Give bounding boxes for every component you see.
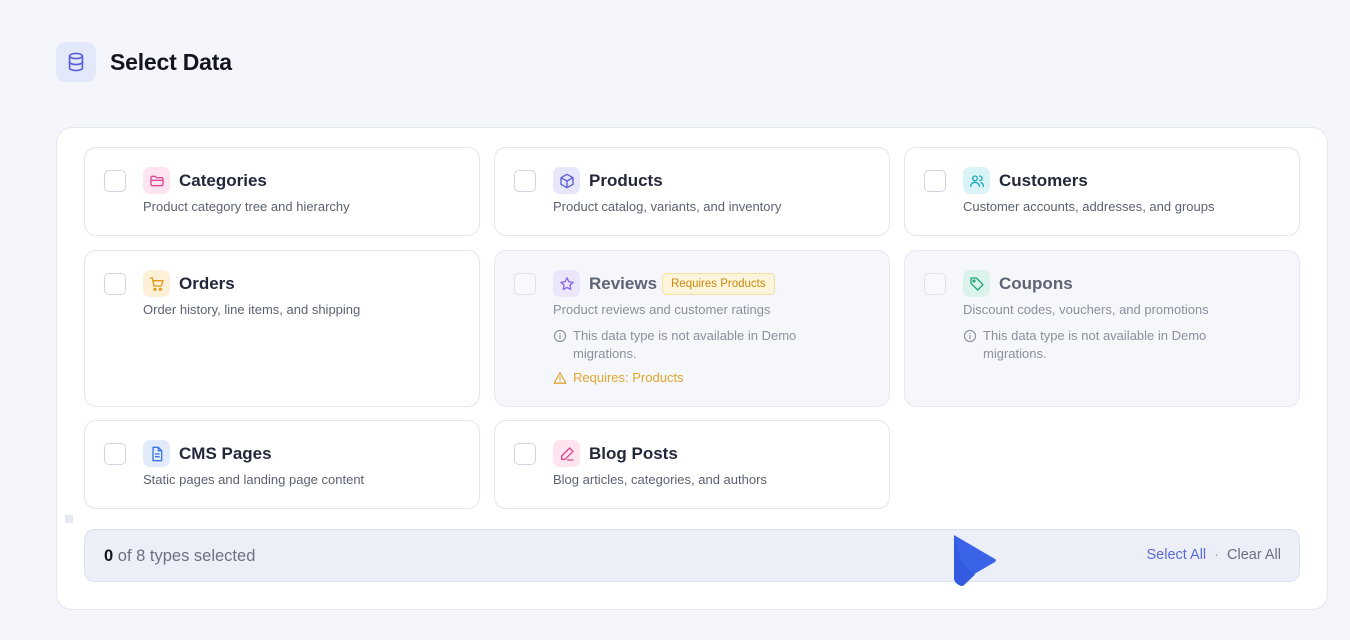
card-description: Blog articles, categories, and authors (553, 472, 767, 487)
data-type-card-blog-posts[interactable]: Blog Posts Blog articles, categories, an… (494, 420, 890, 509)
reviews-checkbox (514, 273, 536, 295)
info-icon (553, 329, 567, 343)
card-description: Static pages and landing page content (143, 472, 365, 487)
card-title: Blog Posts (589, 444, 678, 463)
selection-footer: 0 of 8 types selected Select All · Clear… (84, 529, 1300, 582)
star-icon (553, 270, 580, 297)
data-type-card-customers[interactable]: Customers Customer accounts, addresses, … (904, 147, 1300, 236)
warning-icon (553, 371, 567, 384)
selection-actions: Select All · Clear All (1147, 547, 1282, 563)
tag-icon (963, 270, 990, 297)
categories-checkbox[interactable] (104, 170, 126, 192)
decorative-mark (65, 515, 73, 523)
selected-count-value: 0 (104, 547, 114, 565)
unavailable-note: This data type is not available in Demo … (553, 327, 823, 363)
data-type-card-products[interactable]: Products Product catalog, variants, and … (494, 147, 890, 236)
unavailable-note: This data type is not available in Demo … (963, 327, 1233, 363)
data-type-card-orders[interactable]: Orders Order history, line items, and sh… (84, 250, 480, 407)
card-description: Product catalog, variants, and inventory (553, 199, 782, 214)
users-icon (963, 167, 990, 194)
cms-pages-checkbox[interactable] (104, 443, 126, 465)
box-icon (553, 167, 580, 194)
pen-icon (553, 440, 580, 467)
card-title: Products (589, 171, 663, 190)
database-icon (56, 42, 96, 82)
data-type-card-coupons: Coupons Discount codes, vouchers, and pr… (904, 250, 1300, 407)
orders-checkbox[interactable] (104, 273, 126, 295)
blog-posts-checkbox[interactable] (514, 443, 536, 465)
card-title: Customers (999, 171, 1088, 190)
actions-separator: · (1214, 547, 1219, 563)
page-title: Select Data (110, 48, 232, 75)
folder-icon (143, 167, 170, 194)
card-title: Orders (179, 274, 235, 293)
card-description: Customer accounts, addresses, and groups (963, 199, 1215, 214)
info-icon (963, 329, 977, 343)
selection-count: 0 of 8 types selected (104, 547, 255, 566)
clear-all-button[interactable]: Clear All (1227, 547, 1281, 563)
card-description: Order history, line items, and shipping (143, 302, 361, 317)
mouse-pointer-icon (954, 535, 996, 586)
card-description: Product reviews and customer ratings (553, 302, 771, 317)
products-checkbox[interactable] (514, 170, 536, 192)
warning-text: Requires: Products (573, 370, 684, 385)
coupons-checkbox (924, 273, 946, 295)
page-header: Select Data (56, 42, 232, 82)
data-type-card-categories[interactable]: Categories Product category tree and hie… (84, 147, 480, 236)
card-title: CMS Pages (179, 444, 272, 463)
dependency-warning: Requires: Products (553, 370, 684, 385)
note-text: This data type is not available in Demo … (983, 328, 1207, 361)
cart-icon (143, 270, 170, 297)
data-type-card-reviews: Reviews Requires Products Product review… (494, 250, 890, 407)
document-icon (143, 440, 170, 467)
note-text: This data type is not available in Demo … (573, 328, 797, 361)
selected-count-suffix: of 8 types selected (117, 547, 256, 565)
requires-products-badge: Requires Products (662, 273, 775, 295)
card-title: Categories (179, 171, 267, 190)
card-title: Coupons (999, 274, 1073, 293)
data-type-card-cms-pages[interactable]: CMS Pages Static pages and landing page … (84, 420, 480, 509)
card-title: Reviews (589, 274, 658, 293)
customers-checkbox[interactable] (924, 170, 946, 192)
card-description: Product category tree and hierarchy (143, 199, 350, 214)
select-all-button[interactable]: Select All (1147, 547, 1207, 563)
card-description: Discount codes, vouchers, and promotions (963, 302, 1209, 317)
